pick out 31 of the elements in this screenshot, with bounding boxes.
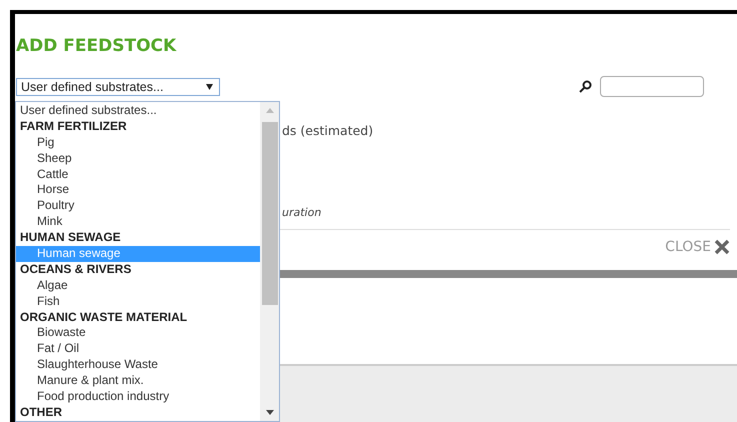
search-field[interactable] — [600, 76, 704, 97]
option-group-label: OTHER — [19, 404, 63, 421]
option-group-label: ORGANIC WASTE MATERIAL — [19, 310, 188, 326]
info-text: ds (estimated) — [282, 123, 374, 138]
dropdown-option[interactable]: User defined substrates... — [16, 103, 260, 119]
dropdown-option[interactable]: Sheep — [16, 150, 260, 167]
dropdown-option[interactable]: Food production industry — [16, 389, 260, 405]
dropdown-option[interactable]: Cattle — [16, 166, 260, 182]
dropdown-option[interactable]: Pig — [16, 134, 260, 151]
search-icon — [579, 80, 592, 93]
scroll-thumb[interactable] — [262, 122, 278, 305]
dropdown-option[interactable]: Slaughterhouse Waste — [16, 357, 260, 374]
option-group-label: FARM FERTILIZER — [19, 118, 128, 135]
dialog-title: ADD FEEDSTOCK — [16, 36, 178, 56]
scroll-up-icon — [266, 108, 274, 113]
dropdown-option[interactable]: Fat / Oil — [16, 341, 260, 358]
dropdown-option[interactable]: Mink — [16, 214, 260, 230]
dropdown-option[interactable]: Algae — [16, 278, 260, 294]
scroll-down-icon — [266, 410, 274, 415]
dropdown-option[interactable]: Biowaste — [16, 325, 260, 342]
scrollbar[interactable] — [260, 102, 279, 421]
dropdown-option[interactable]: Horse — [16, 182, 260, 198]
substrate-select[interactable]: User defined substrates... — [16, 78, 220, 96]
dropdown-option[interactable]: Poultry — [16, 198, 260, 214]
dropdown-option[interactable]: Fish — [16, 294, 260, 310]
option-group-label: OCEANS & RIVERS — [19, 262, 132, 278]
dropdown-option[interactable]: Manure & plant mix. — [16, 373, 260, 390]
option-group-label: HUMAN SEWAGE — [19, 230, 122, 246]
caret-icon — [206, 84, 213, 90]
info-text: uration — [282, 206, 322, 219]
close-icon — [714, 239, 730, 255]
